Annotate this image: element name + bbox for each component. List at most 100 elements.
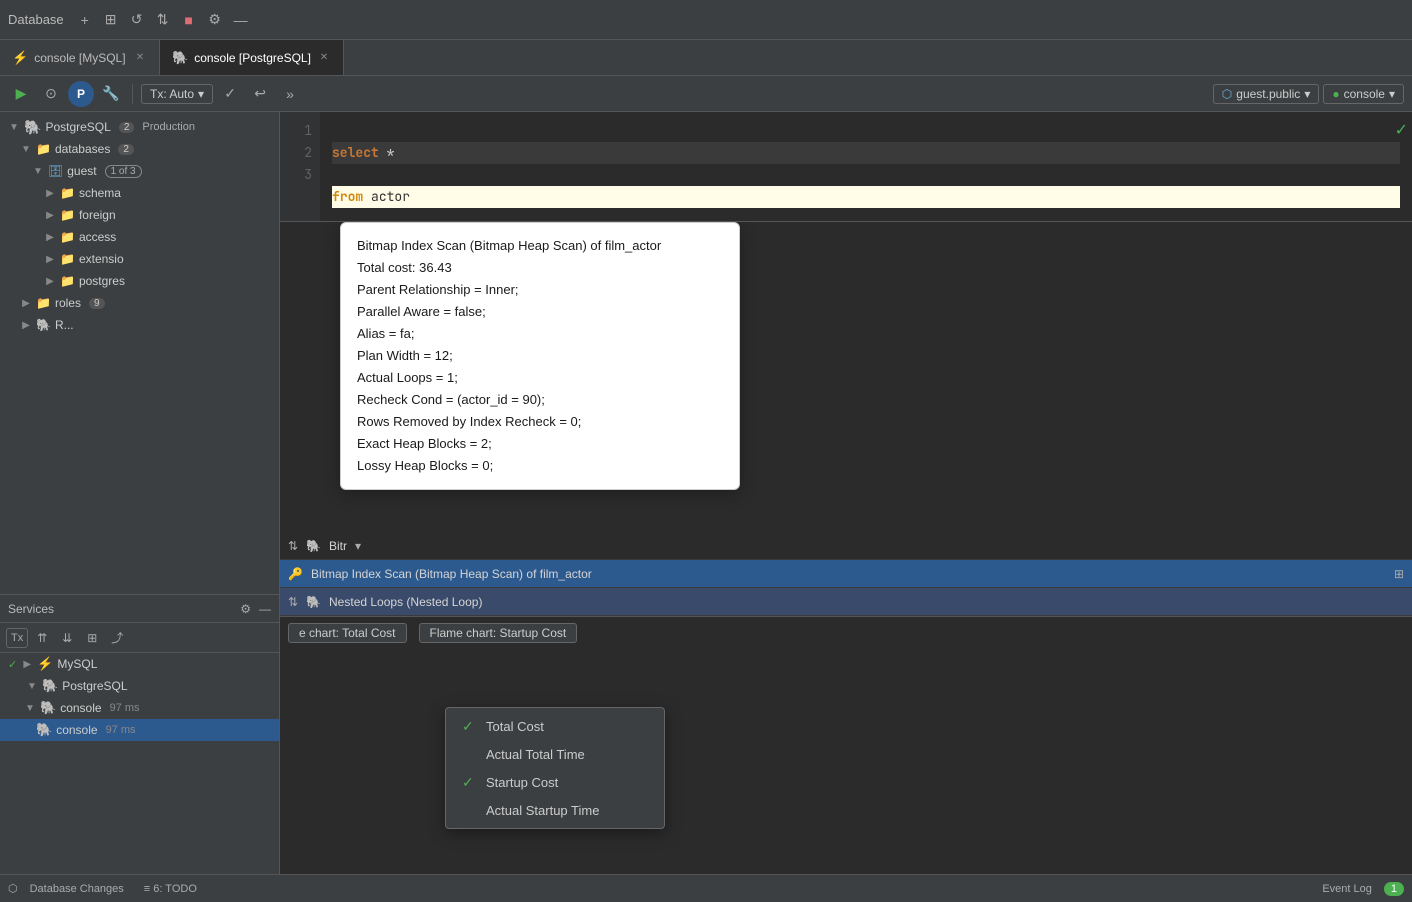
result-row-2-icon: ⇅ <box>288 595 298 609</box>
tree-item-roles[interactable]: ▶ 📁 roles 9 <box>0 292 279 314</box>
ctx-actual-total-time[interactable]: Actual Total Time <box>446 741 664 768</box>
svc-item-console1[interactable]: ▼ 🐘 console 97 ms <box>0 697 279 719</box>
tooltip-popup: Bitmap Index Scan (Bitmap Heap Scan) of … <box>340 222 740 490</box>
flame-startup-btn[interactable]: Flame chart: Startup Cost <box>419 623 578 643</box>
minimize-icon[interactable]: — <box>230 9 252 31</box>
extensio-icon: 📁 <box>60 252 75 266</box>
guest-icon: 🗄 <box>48 164 63 178</box>
svc-item-console2[interactable]: 🐘 console 97 ms <box>0 719 279 741</box>
grid-icon[interactable]: ⊞ <box>100 9 122 31</box>
refresh-icon[interactable]: ↺ <box>126 9 148 31</box>
tooltip-line-3: Parallel Aware = false; <box>357 301 723 323</box>
flame-total-cost-btn[interactable]: e chart: Total Cost <box>288 623 407 643</box>
r-arrow: ▶ <box>20 320 32 331</box>
filter-icon[interactable]: ⇅ <box>152 9 174 31</box>
services-minus-icon[interactable]: — <box>259 602 271 616</box>
foreign-label: foreign <box>79 208 116 222</box>
tooltip-line-5: Plan Width = 12; <box>357 345 723 367</box>
ctx-total-cost[interactable]: ✓ Total Cost <box>446 712 664 741</box>
profile-button[interactable]: P <box>68 81 94 107</box>
tree-item-databases[interactable]: ▼ 📁 databases 2 <box>0 138 279 160</box>
ctx-total-cost-check: ✓ <box>462 718 478 735</box>
guest-badge-outline: 1 of 3 <box>105 165 142 178</box>
undo-button[interactable]: ↩ <box>247 81 273 107</box>
svc-item-mysql[interactable]: ✓ ▶ ⚡ MySQL <box>0 653 279 675</box>
access-label: access <box>79 230 116 244</box>
settings-icon[interactable]: ⚙ <box>204 9 226 31</box>
svc-grid-icon[interactable]: ⊞ <box>81 627 103 649</box>
pg-tree-arrow: ▼ <box>8 122 20 133</box>
r-label: R... <box>55 318 74 332</box>
tree-item-schemas[interactable]: ▶ 📁 schema <box>0 182 279 204</box>
schemas-arrow: ▶ <box>44 188 56 199</box>
more-button[interactable]: » <box>277 81 303 107</box>
tree-item-foreign[interactable]: ▶ 📁 foreign <box>0 204 279 226</box>
tree-item-access[interactable]: ▶ 📁 access <box>0 226 279 248</box>
ctx-actual-startup-time[interactable]: Actual Startup Time <box>446 797 664 824</box>
stop-icon[interactable]: ■ <box>178 9 200 31</box>
config-button[interactable]: 🔧 <box>98 81 124 107</box>
svc-pg-icon: 🐘 <box>42 678 58 694</box>
tree-item-extensio[interactable]: ▶ 📁 extensio <box>0 248 279 270</box>
tooltip-line-10: Lossy Heap Blocks = 0; <box>357 455 723 477</box>
schema-chevron: ▾ <box>1304 87 1310 101</box>
tab-postgresql[interactable]: 🐘 console [PostgreSQL] ✕ <box>160 40 344 75</box>
svc-align2-icon[interactable]: ⇊ <box>56 627 78 649</box>
guest-label: guest <box>67 164 96 178</box>
tree-item-r[interactable]: ▶ 🐘 R... <box>0 314 279 336</box>
console-dropdown[interactable]: ● console ▾ <box>1323 84 1404 104</box>
schemas-label: schema <box>79 186 121 200</box>
check-button[interactable]: ✓ <box>217 81 243 107</box>
svc-console2-time: 97 ms <box>106 724 136 736</box>
history-button[interactable]: ⊙ <box>38 81 64 107</box>
pg-tree-badge: 2 <box>119 122 135 133</box>
flame-startup-label: Flame chart: Startup Cost <box>430 626 567 640</box>
tree-item-guest[interactable]: ▼ 🗄 guest 1 of 3 <box>0 160 279 182</box>
roles-arrow: ▶ <box>20 298 32 309</box>
r-icon: 🐘 <box>36 318 51 332</box>
svc-align-icon[interactable]: ⇈ <box>31 627 53 649</box>
tree-item-postgres[interactable]: ▶ 📁 postgres <box>0 270 279 292</box>
postgres-label: postgres <box>79 274 125 288</box>
ctx-startup-cost-check: ✓ <box>462 774 478 791</box>
database-tree: ▼ 🐘 PostgreSQL 2 Production ▼ 📁 database… <box>0 112 279 594</box>
tab-mysql[interactable]: ⚡ console [MySQL] ✕ <box>0 40 160 75</box>
schema-dropdown[interactable]: ⬡ guest.public ▾ <box>1213 84 1320 104</box>
mysql-tab-close[interactable]: ✕ <box>133 51 147 65</box>
pg-tree-label: PostgreSQL <box>45 120 110 134</box>
tooltip-line-4: Alias = fa; <box>357 323 723 345</box>
mysql-tab-icon: ⚡ <box>12 50 28 66</box>
tree-item-postgresql[interactable]: ▼ 🐘 PostgreSQL 2 Production <box>0 116 279 138</box>
roles-label: roles <box>55 296 81 310</box>
ctx-actual-startup-time-label: Actual Startup Time <box>486 803 599 818</box>
result-row-0[interactable]: ⇅ 🐘 Bitr ▾ <box>280 532 1412 560</box>
foreign-icon: 📁 <box>60 208 75 222</box>
code-content[interactable]: select * from actor join film_actor fa o… <box>320 112 1412 221</box>
svc-pg-arrow: ▼ <box>26 681 38 692</box>
services-gear-icon[interactable]: ⚙ <box>240 602 251 616</box>
result-row-2[interactable]: ⇅ 🐘 Nested Loops (Nested Loop) <box>280 588 1412 616</box>
line-num-2: 2 <box>280 142 312 164</box>
sep1 <box>132 84 133 104</box>
databases-icon: 📁 <box>36 142 51 156</box>
add-icon[interactable]: + <box>74 9 96 31</box>
result-row-0-collapse: ▾ <box>355 539 361 553</box>
mysql-tab-label: console [MySQL] <box>34 51 125 65</box>
result-row-1[interactable]: 🔑 Bitmap Index Scan (Bitmap Heap Scan) o… <box>280 560 1412 588</box>
svc-item-postgresql[interactable]: ▼ 🐘 PostgreSQL <box>0 675 279 697</box>
ctx-total-cost-label: Total Cost <box>486 719 544 734</box>
tooltip-line-2: Parent Relationship = Inner; <box>357 279 723 301</box>
run-button[interactable]: ▶ <box>8 81 34 107</box>
ctx-startup-cost[interactable]: ✓ Startup Cost <box>446 768 664 797</box>
tx-dropdown[interactable]: Tx: Auto ▾ <box>141 84 213 104</box>
results-bottom: e chart: Total Cost Flame chart: Startup… <box>280 616 1412 648</box>
pg-tree-icon: 🐘 <box>24 119 41 136</box>
services-panel: Services ⚙ — Tx ⇈ ⇊ ⊞ ⤴ ✓ ▶ ⚡ MySQL <box>0 594 279 874</box>
schemas-icon: 📁 <box>60 186 75 200</box>
access-icon: 📁 <box>60 230 75 244</box>
toolbar: ▶ ⊙ P 🔧 Tx: Auto ▾ ✓ ↩ » ⬡ guest.public … <box>0 76 1412 112</box>
pg-tab-close[interactable]: ✕ <box>317 51 331 65</box>
svc-export-icon[interactable]: ⤴ <box>106 627 128 649</box>
svc-console1-label: console <box>60 701 101 715</box>
svc-mysql-arrow: ▶ <box>21 659 33 670</box>
